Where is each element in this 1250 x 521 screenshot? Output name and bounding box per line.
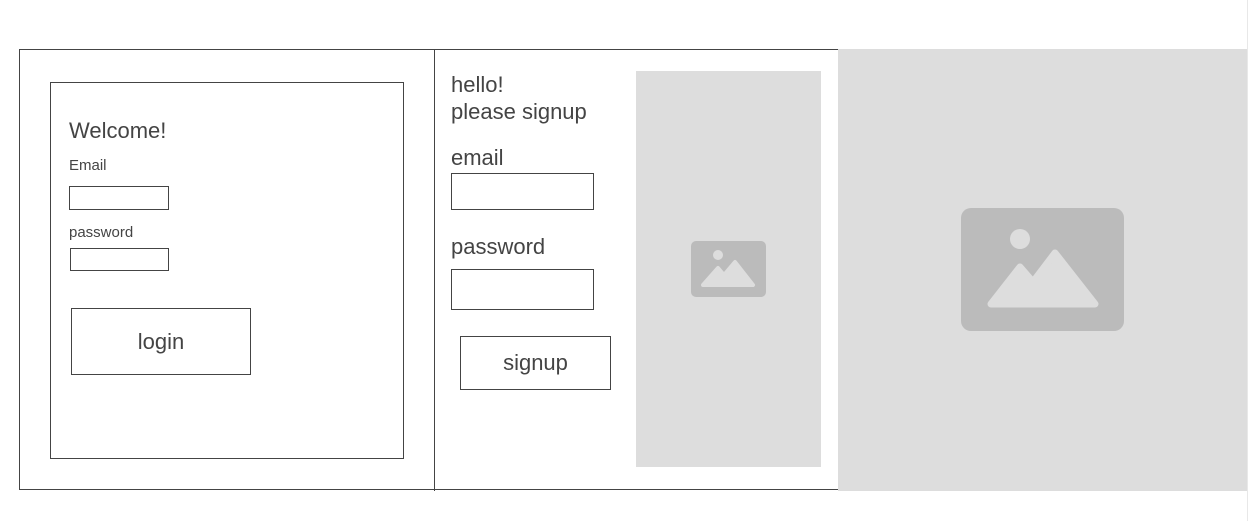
login-button[interactable]: login (71, 308, 251, 375)
login-email-label: Email (69, 157, 107, 174)
signup-email-label: email (451, 145, 504, 170)
login-email-field[interactable] (69, 186, 169, 210)
signup-button-label: signup (503, 350, 568, 375)
login-title: Welcome! (69, 118, 167, 143)
login-password-field[interactable] (70, 248, 169, 271)
signup-greeting: hello! please signup (451, 71, 587, 125)
signup-greeting-line1: hello! (451, 72, 504, 97)
signup-greeting-line2: please signup (451, 99, 587, 124)
signup-password-label: password (451, 234, 546, 259)
signup-email-field[interactable] (451, 173, 594, 210)
signup-password-field[interactable] (451, 269, 594, 310)
panel-divider (434, 49, 435, 491)
login-password-label: password (69, 224, 134, 241)
image-icon (691, 241, 766, 302)
page-edge (1247, 0, 1248, 521)
image-icon (961, 208, 1124, 336)
login-button-label: login (137, 328, 185, 354)
signup-button[interactable]: signup (460, 336, 611, 390)
